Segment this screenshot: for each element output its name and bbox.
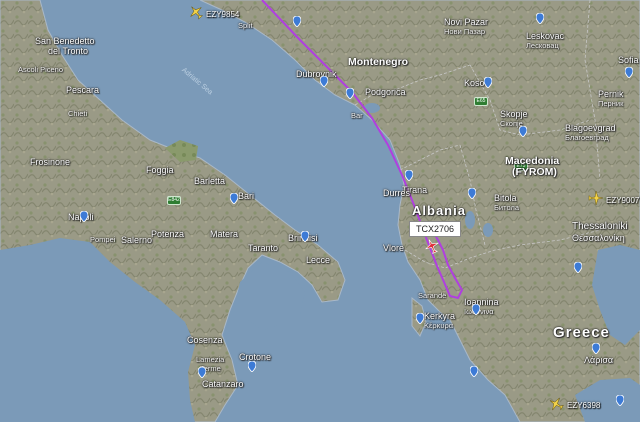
map-pin-icon[interactable] bbox=[468, 188, 476, 199]
city-label: Dubrovnik bbox=[296, 69, 337, 79]
lake-prespa bbox=[483, 223, 493, 237]
city-label: Ascoli Piceno bbox=[18, 65, 64, 74]
map-pin-icon[interactable] bbox=[301, 231, 309, 242]
city-label: Pescara bbox=[66, 85, 100, 95]
city-label: Нови Пазар bbox=[444, 27, 486, 36]
city-label: Leskovac bbox=[526, 31, 565, 41]
lake-ohrid bbox=[465, 211, 475, 229]
map-pin-icon[interactable] bbox=[519, 126, 527, 137]
city-label: Θεσσαλονίκη bbox=[572, 233, 625, 243]
map-pin-icon[interactable] bbox=[484, 77, 492, 88]
airplane-icon[interactable] bbox=[188, 4, 204, 20]
country-label-greece: Greece bbox=[553, 324, 610, 341]
city-label: San Benedetto bbox=[35, 36, 95, 46]
map-pin-icon[interactable] bbox=[625, 67, 633, 78]
map-pin-icon[interactable] bbox=[405, 170, 413, 181]
flight-label-ezy6398[interactable]: EZY6398 bbox=[567, 401, 600, 410]
city-label: Cosenza bbox=[187, 335, 223, 345]
map-pin-icon[interactable] bbox=[293, 16, 301, 27]
city-label: Λάρισα bbox=[584, 355, 614, 365]
city-label: Blagoevgrad bbox=[565, 123, 616, 133]
tracked-airplane-icon[interactable] bbox=[424, 238, 440, 254]
map-pin-icon[interactable] bbox=[320, 76, 328, 87]
city-label: Pompei bbox=[90, 235, 116, 244]
map-view[interactable]: E842 E65 E75 Adriatic Sea Montenegro Alb… bbox=[0, 0, 640, 422]
country-label-albania: Albania bbox=[412, 203, 466, 218]
map-pin-icon[interactable] bbox=[198, 367, 206, 378]
country-label-macedonia-sub: (FYROM) bbox=[512, 166, 557, 178]
country-label-macedonia: Macedonia bbox=[505, 155, 560, 167]
city-label: Лесковац bbox=[526, 41, 559, 50]
city-label: Sarandë bbox=[418, 291, 447, 300]
map-base-layer bbox=[0, 0, 640, 422]
airplane-icon[interactable] bbox=[588, 190, 604, 206]
city-label: Sofia bbox=[618, 55, 639, 65]
map-pin-icon[interactable] bbox=[616, 395, 624, 406]
city-label: Ioannina bbox=[464, 297, 499, 307]
city-label: Thessaloniki bbox=[572, 221, 628, 232]
road-sign-e842: E842 bbox=[167, 196, 181, 205]
city-label: Chieti bbox=[68, 109, 88, 118]
city-label: Перник bbox=[598, 99, 624, 108]
flight-label-ezy9007[interactable]: EZY9007 bbox=[606, 196, 639, 205]
city-label: Matera bbox=[210, 229, 239, 239]
city-label: Novi Pazar bbox=[444, 17, 489, 27]
city-label: Lamezia bbox=[196, 355, 225, 364]
airplane-icon[interactable] bbox=[548, 396, 564, 412]
map-pin-icon[interactable] bbox=[416, 313, 424, 324]
city-label: Barletta bbox=[194, 176, 226, 186]
map-pin-icon[interactable] bbox=[80, 211, 88, 222]
tracked-flight-label[interactable]: TCX2706 bbox=[409, 221, 462, 237]
city-label: Bari bbox=[238, 191, 255, 201]
map-pin-icon[interactable] bbox=[536, 13, 544, 24]
city-label: Podgorica bbox=[365, 87, 406, 97]
city-label: Pernik bbox=[598, 89, 624, 99]
city-label: Благоевград bbox=[565, 133, 609, 142]
city-label: Битола bbox=[494, 203, 520, 212]
city-label: Κέρκυρα bbox=[424, 321, 454, 330]
country-label-montenegro: Montenegro bbox=[348, 56, 409, 68]
city-label: Bitola bbox=[494, 193, 517, 203]
map-pin-icon[interactable] bbox=[248, 361, 256, 372]
city-label: Skopje bbox=[500, 109, 528, 119]
city-label: Catanzaro bbox=[202, 379, 244, 389]
city-label: del Tronto bbox=[48, 46, 89, 56]
map-pin-icon[interactable] bbox=[230, 193, 238, 204]
map-pin-icon[interactable] bbox=[592, 343, 600, 354]
city-label: Koso bbox=[464, 78, 485, 88]
map-pin-icon[interactable] bbox=[346, 88, 354, 99]
city-label: Kerkyra bbox=[424, 311, 456, 321]
map-pin-icon[interactable] bbox=[574, 262, 582, 273]
city-label: Potenza bbox=[151, 229, 185, 239]
road-sign-e65: E65 bbox=[474, 97, 488, 106]
city-label: Durres bbox=[383, 188, 411, 198]
city-label: Vlore bbox=[383, 243, 405, 253]
city-label: Split bbox=[238, 21, 253, 30]
city-label: Foggia bbox=[146, 165, 174, 175]
city-label: Salerno bbox=[121, 235, 153, 245]
map-pin-icon[interactable] bbox=[472, 304, 480, 315]
city-label: Lecce bbox=[306, 255, 331, 265]
city-label: Frosinone bbox=[30, 157, 71, 167]
city-label: Bar bbox=[351, 111, 363, 120]
city-label: Taranto bbox=[248, 243, 279, 253]
map-pin-icon[interactable] bbox=[470, 366, 478, 377]
flight-label-ezy9854[interactable]: EZY9854 bbox=[206, 10, 239, 19]
